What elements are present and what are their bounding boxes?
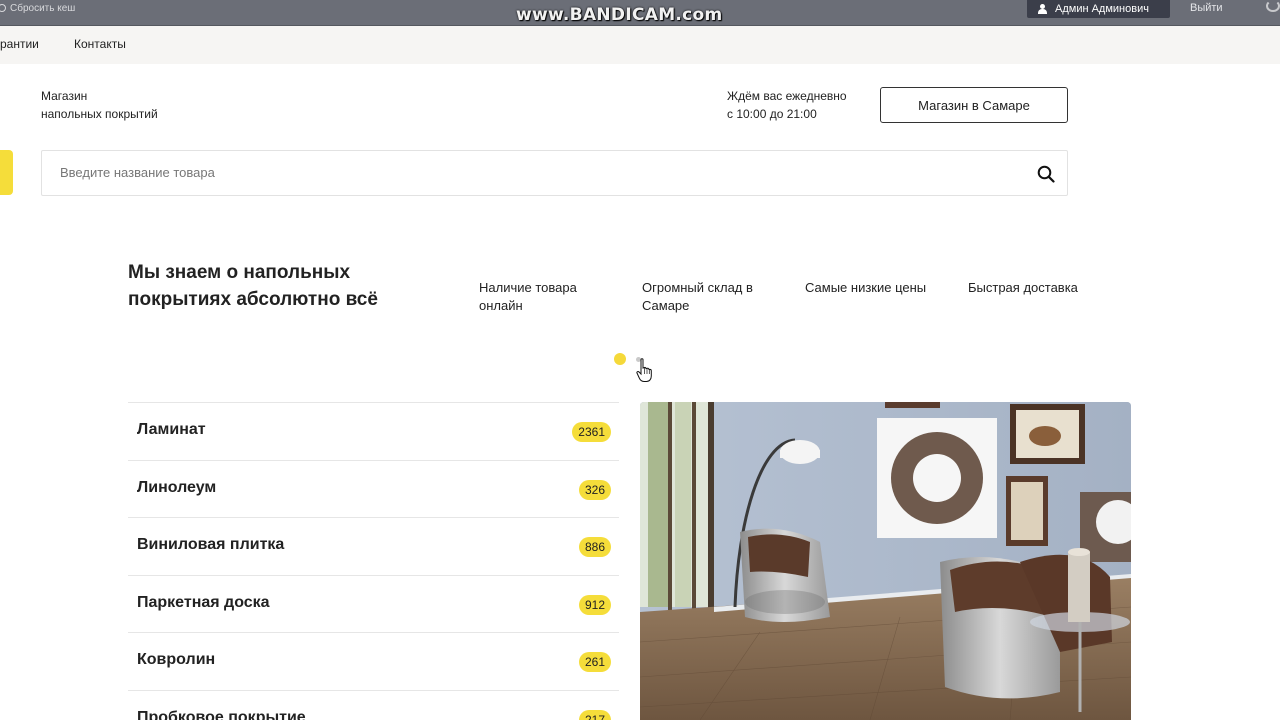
category-count-badge: 261 — [578, 652, 611, 672]
category-count-badge: 326 — [578, 479, 611, 500]
tagline: Мы знаем о напольных покрытиях абсолютно… — [128, 259, 428, 313]
benefit-text: Наличие товара — [479, 280, 577, 295]
tagline-line-1: Мы знаем о напольных — [128, 262, 351, 283]
benefit-warehouse: Огромный склад в Самаре — [642, 279, 753, 315]
category-count-badge: 912 — [578, 594, 611, 615]
category-item-carpet[interactable]: Ковролин 261 — [128, 633, 619, 691]
nav-item-contacts[interactable]: Контакты — [74, 37, 126, 51]
admin-bar: Сбросить кеш www.BANDICAM.com Админ Адми… — [0, 0, 1280, 26]
shop-description: Магазин напольных покрытий — [41, 87, 158, 123]
benefit-fast-delivery: Быстрая доставка — [968, 279, 1078, 297]
category-name: Линолеум — [137, 478, 217, 496]
category-name: Ламинат — [137, 421, 206, 438]
benefit-text: Быстрая доставка — [968, 280, 1078, 295]
hours-line-1: Ждём вас ежедневно — [727, 89, 847, 103]
category-name: Паркетная доска — [137, 593, 270, 611]
catalog-tab[interactable] — [0, 150, 13, 195]
logout-link[interactable]: Выйти — [1190, 2, 1223, 14]
benefit-text: Самаре — [642, 298, 690, 313]
category-item-cork[interactable]: Пробковое покрытие 217 — [128, 691, 619, 720]
shop-line-2: напольных покрытий — [41, 107, 158, 121]
benefit-text: Самые низкие цены — [805, 280, 927, 295]
shop-line-1: Магазин — [41, 89, 88, 103]
category-list: Ламинат 2361 Линолеум 326 Виниловая плит… — [128, 402, 619, 720]
user-icon — [1037, 4, 1047, 14]
search-box — [41, 150, 1068, 196]
top-nav: рантии Контакты — [0, 26, 1280, 64]
settings-icon[interactable] — [1266, 0, 1280, 12]
hours-line-2: с 10:00 до 21:00 — [727, 107, 817, 121]
category-item-laminate[interactable]: Ламинат 2361 — [128, 403, 619, 461]
bandicam-watermark: www.BANDICAM.com — [516, 5, 723, 25]
nav-item-warranty[interactable]: рантии — [0, 37, 39, 51]
opening-hours: Ждём вас ежедневно с 10:00 до 21:00 — [727, 87, 847, 123]
room-illustration — [640, 402, 1131, 720]
benefit-online-stock: Наличие товара онлайн — [479, 279, 577, 315]
category-count-badge: 2361 — [572, 422, 611, 442]
search-icon[interactable] — [1037, 165, 1055, 183]
category-item-linoleum[interactable]: Линолеум 326 — [128, 461, 619, 518]
clear-cache-link[interactable]: Сбросить кеш — [0, 0, 75, 16]
benefit-text: онлайн — [479, 298, 523, 313]
category-name: Пробковое покрытие — [137, 708, 306, 720]
benefit-text: Огромный склад в — [642, 280, 753, 295]
benefit-low-prices: Самые низкие цены — [805, 279, 926, 297]
admin-user-name: Админ Админович — [1055, 3, 1149, 15]
category-item-parquet[interactable]: Паркетная доска 912 — [128, 576, 619, 633]
refresh-icon — [0, 4, 6, 12]
store-samara-button[interactable]: Магазин в Самаре — [880, 87, 1068, 123]
room-interior-image[interactable] — [640, 402, 1131, 720]
category-count-badge: 217 — [578, 709, 611, 720]
slider-dot-active[interactable] — [614, 353, 626, 365]
tagline-line-2: покрытиях абсолютно всё — [128, 289, 378, 310]
admin-user-menu[interactable]: Админ Админович — [1027, 0, 1170, 18]
hand-cursor-icon — [636, 358, 652, 382]
category-name: Ковролин — [137, 651, 216, 668]
search-input[interactable] — [60, 165, 960, 180]
clear-cache-label: Сбросить кеш — [10, 2, 76, 14]
category-name: Виниловая плитка — [137, 536, 285, 553]
category-item-vinyl-tile[interactable]: Виниловая плитка 886 — [128, 518, 619, 576]
category-count-badge: 886 — [578, 537, 611, 557]
